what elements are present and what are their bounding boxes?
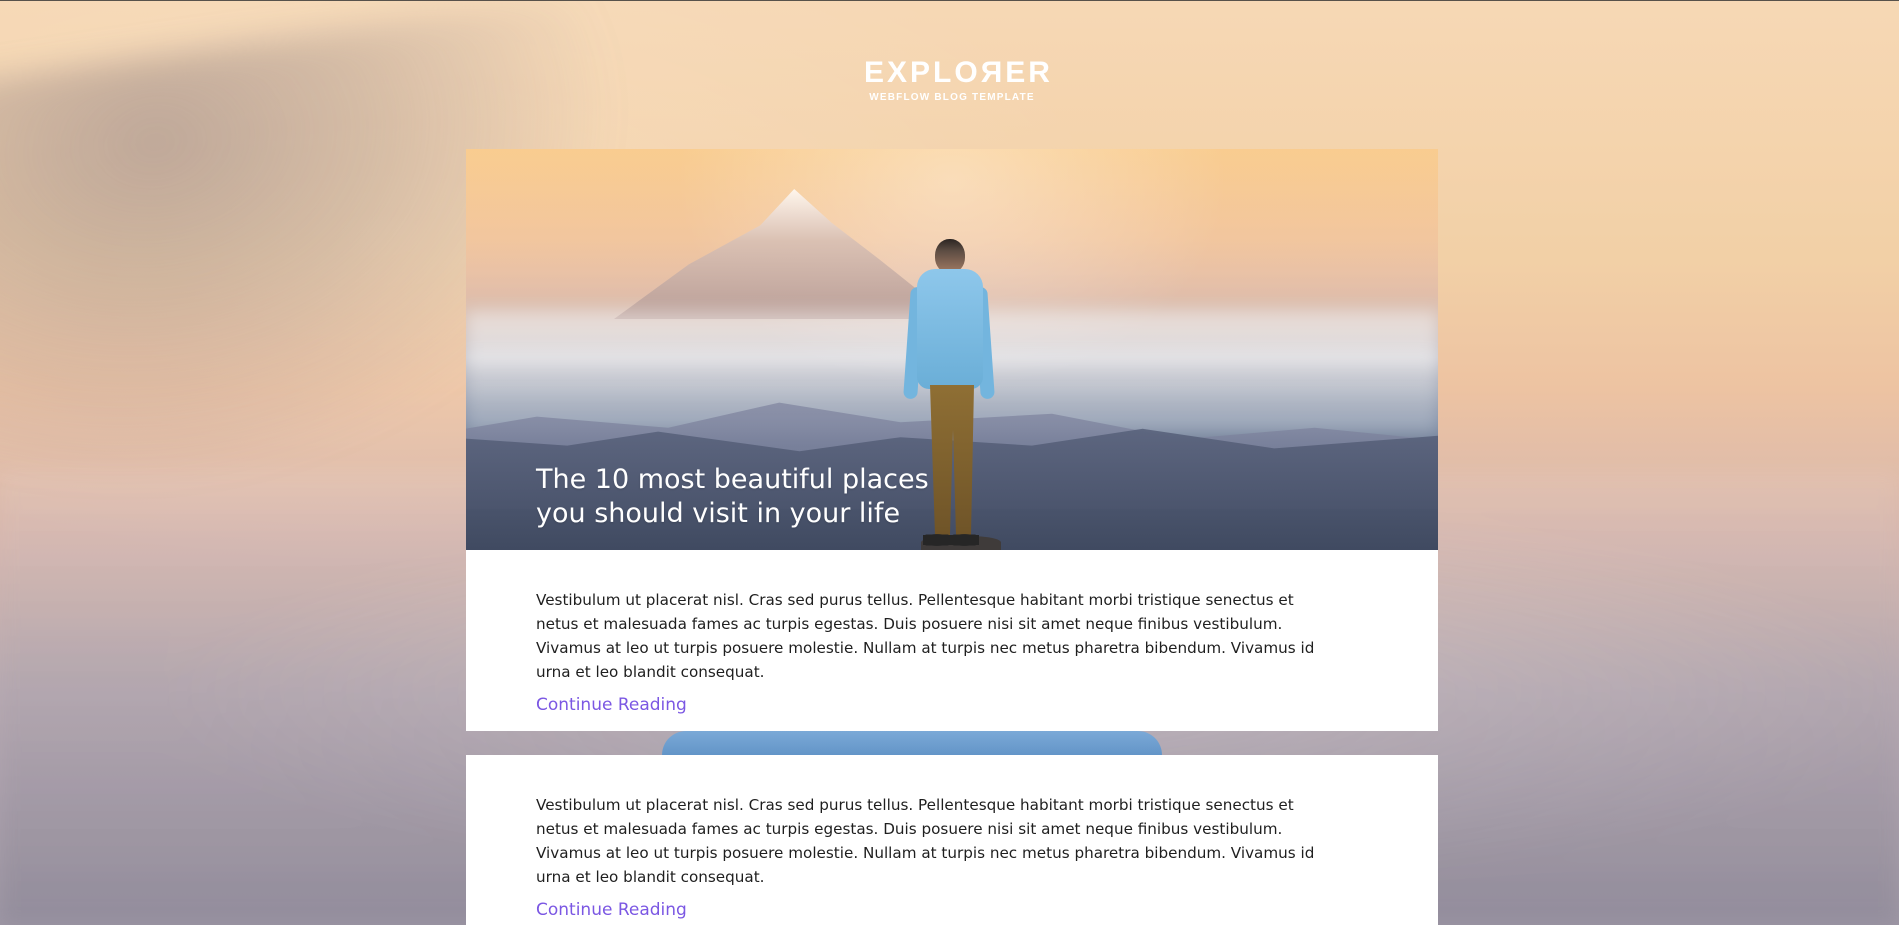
- brand-subtitle: WEBFLOW BLOG TEMPLATE: [869, 92, 1035, 103]
- top-divider: [0, 0, 1899, 1]
- hiker-head: [935, 239, 965, 273]
- next-post-image-peek: [466, 731, 1438, 755]
- brand-title: EXPLOЯER: [864, 56, 1053, 89]
- hiker-shoes: [923, 531, 979, 549]
- hiker-torso: [917, 269, 983, 389]
- continue-reading-link[interactable]: Continue Reading: [536, 900, 687, 920]
- site-logo[interactable]: EXPLOЯER WEBFLOW BLOG TEMPLATE: [864, 56, 1053, 108]
- blog-post-card: Vestibulum ut placerat nisl. Cras sed pu…: [466, 755, 1438, 925]
- post-title[interactable]: The 10 most beautiful places you should …: [536, 463, 966, 531]
- post-excerpt: Vestibulum ut placerat nisl. Cras sed pu…: [536, 796, 1315, 886]
- post-content: Vestibulum ut placerat nisl. Cras sed pu…: [466, 755, 1438, 920]
- continue-reading-link[interactable]: Continue Reading: [536, 695, 687, 715]
- blog-post-card: The 10 most beautiful places you should …: [466, 149, 1438, 731]
- featured-image[interactable]: The 10 most beautiful places you should …: [466, 149, 1438, 550]
- post-excerpt: Vestibulum ut placerat nisl. Cras sed pu…: [536, 591, 1315, 681]
- post-content: Vestibulum ut placerat nisl. Cras sed pu…: [466, 550, 1438, 715]
